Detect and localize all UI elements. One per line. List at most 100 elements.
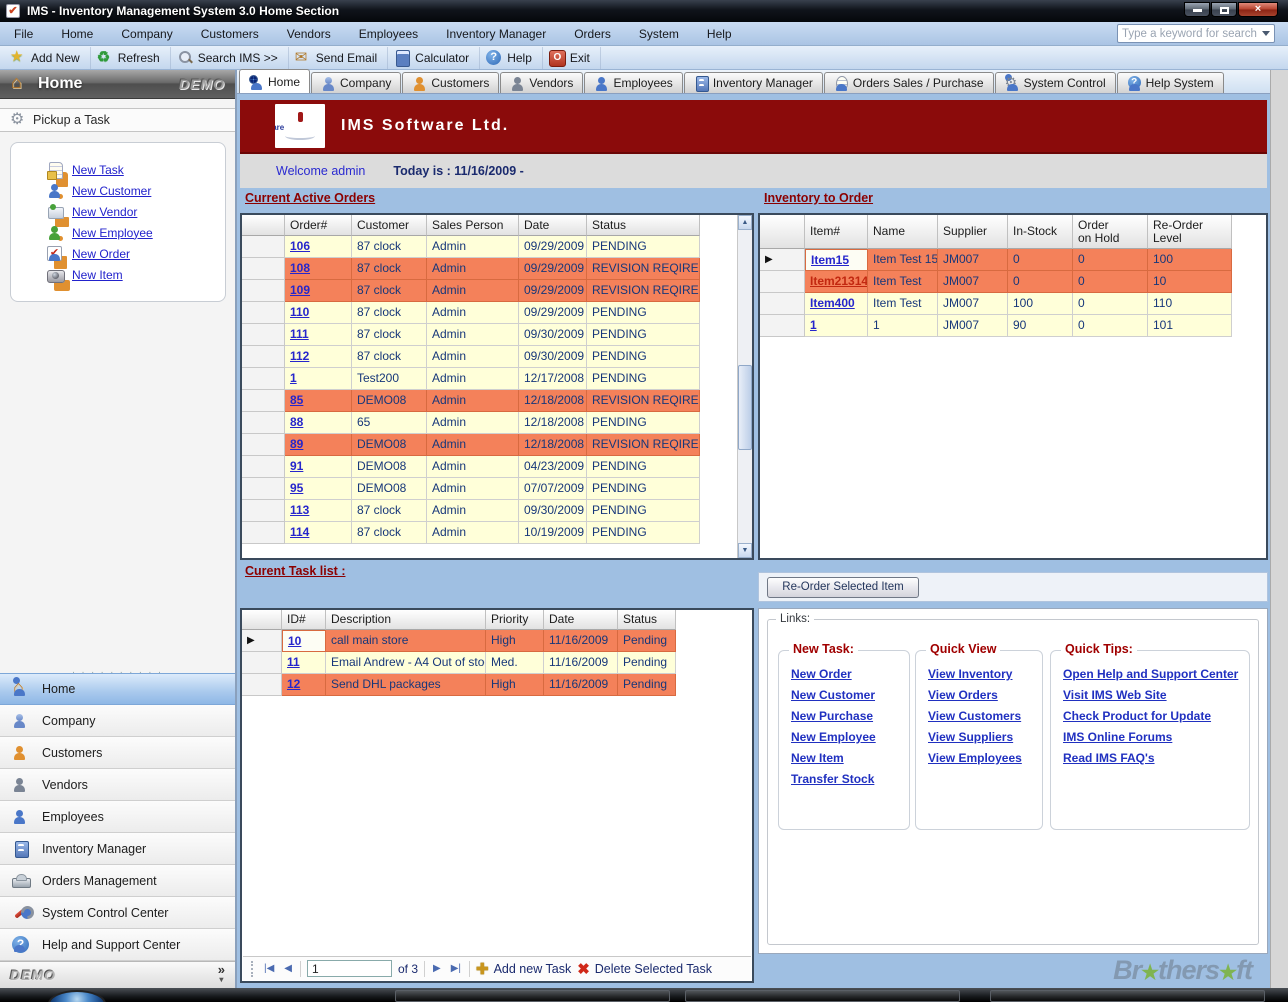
inventory-section-heading[interactable]: Inventory to Order — [764, 191, 873, 205]
order-number-link[interactable]: 114 — [290, 525, 309, 539]
pickup-task-link[interactable]: New Employee — [72, 226, 153, 240]
pickup-task-link[interactable]: New Customer — [72, 184, 151, 198]
quick-link[interactable]: Visit IMS Web Site — [1063, 688, 1249, 709]
menu-item[interactable]: Vendors — [273, 23, 345, 45]
quick-link[interactable]: New Purchase — [791, 709, 909, 730]
order-number-link[interactable]: 108 — [290, 261, 310, 275]
order-row[interactable]: ▶ 112 87 clock Admin 09/30/2009 PENDING — [242, 346, 700, 368]
col-header[interactable]: Date — [544, 610, 618, 630]
quick-link[interactable]: New Order — [791, 667, 909, 688]
order-number-link[interactable]: 111 — [290, 327, 309, 341]
sidebar-nav-item[interactable]: Help and Support Center — [0, 929, 235, 961]
order-row[interactable]: ▶ 85 DEMO08 Admin 12/18/2008 REVISION RE… — [242, 390, 700, 412]
quick-link[interactable]: Open Help and Support Center — [1063, 667, 1249, 688]
tasks-section-heading[interactable]: Curent Task list : — [245, 564, 345, 578]
col-header[interactable]: In-Stock — [1008, 215, 1073, 249]
orders-scrollbar[interactable]: ▲ ▼ — [737, 215, 752, 558]
toolbar-button[interactable]: Exit — [543, 47, 601, 69]
inventory-row[interactable]: ▶ Item15 Item Test 15 JM007 0 0 100 — [760, 249, 1232, 271]
last-page-button[interactable] — [449, 963, 463, 974]
menu-item[interactable]: System — [625, 23, 693, 45]
page-number-input[interactable] — [307, 960, 392, 977]
pickup-task-link[interactable]: New Order — [72, 247, 130, 261]
order-number-link[interactable]: 95 — [290, 481, 303, 495]
quick-link[interactable]: New Customer — [791, 688, 909, 709]
chevron-down-icon[interactable] — [1262, 31, 1270, 36]
toolbar-button[interactable]: Refresh — [91, 47, 171, 69]
close-button[interactable]: × — [1238, 2, 1278, 17]
order-row[interactable]: ▶ 111 87 clock Admin 09/30/2009 PENDING — [242, 324, 700, 346]
item-number-link[interactable]: Item400 — [810, 296, 855, 310]
item-number-link[interactable]: Item213141 — [810, 274, 868, 288]
order-number-link[interactable]: 89 — [290, 437, 303, 451]
order-row[interactable]: ▶ 95 DEMO08 Admin 07/07/2009 PENDING — [242, 478, 700, 500]
minimize-button[interactable] — [1184, 2, 1210, 17]
scroll-up-icon[interactable]: ▲ — [738, 215, 752, 230]
order-row[interactable]: ▶ 88 65 Admin 12/18/2008 PENDING — [242, 412, 700, 434]
quick-link[interactable]: New Item — [791, 751, 909, 772]
col-header[interactable]: Date — [519, 215, 587, 236]
previous-page-button[interactable] — [282, 963, 294, 974]
next-page-button[interactable] — [431, 963, 443, 974]
sidebar-nav-item[interactable]: Employees — [0, 801, 235, 833]
maximize-button[interactable] — [1211, 2, 1237, 17]
col-header[interactable]: Status — [587, 215, 700, 236]
start-orb-icon[interactable] — [48, 990, 106, 1002]
col-header[interactable]: Re-Order Level — [1148, 215, 1232, 249]
col-header[interactable]: Status — [618, 610, 676, 630]
sidebar-nav-item[interactable]: Vendors — [0, 769, 235, 801]
taskbar-button[interactable] — [990, 990, 1265, 1002]
taskbar-button[interactable] — [685, 990, 960, 1002]
col-header[interactable]: Priority — [486, 610, 544, 630]
scroll-down-icon[interactable]: ▼ — [738, 543, 752, 558]
col-header[interactable]: Description — [326, 610, 486, 630]
quick-link[interactable]: View Employees — [928, 751, 1042, 772]
quick-link[interactable]: View Orders — [928, 688, 1042, 709]
toolbar-button[interactable]: Calculator — [388, 47, 480, 69]
order-row[interactable]: ▶ 1 Test200 Admin 12/17/2008 PENDING — [242, 368, 700, 390]
menu-item[interactable]: Customers — [187, 23, 273, 45]
order-row[interactable]: ▶ 108 87 clock Admin 09/29/2009 REVISION… — [242, 258, 700, 280]
col-header[interactable]: Order on Hold — [1073, 215, 1148, 249]
order-number-link[interactable]: 110 — [290, 305, 309, 319]
menu-item[interactable]: Help — [693, 23, 746, 45]
quick-link[interactable]: Read IMS FAQ's — [1063, 751, 1249, 772]
order-number-link[interactable]: 109 — [290, 283, 310, 297]
tab[interactable]: Home — [239, 69, 310, 93]
col-header[interactable]: Name — [868, 215, 938, 249]
task-id-link[interactable]: 10 — [288, 634, 301, 648]
order-row[interactable]: ▶ 114 87 clock Admin 10/19/2009 PENDING — [242, 522, 700, 544]
order-row[interactable]: ▶ 113 87 clock Admin 09/30/2009 PENDING — [242, 500, 700, 522]
pickup-task-link[interactable]: New Item — [72, 268, 123, 282]
tab[interactable]: Help System — [1117, 72, 1224, 93]
order-row[interactable]: ▶ 91 DEMO08 Admin 04/23/2009 PENDING — [242, 456, 700, 478]
add-new-task-button[interactable]: ✚ Add new Task — [476, 960, 571, 978]
col-header[interactable]: Sales Person — [427, 215, 519, 236]
tab[interactable]: Orders Sales / Purchase — [824, 72, 994, 93]
order-number-link[interactable]: 106 — [290, 239, 310, 253]
reorder-selected-item-button[interactable]: Re-Order Selected Item — [767, 577, 919, 598]
order-number-link[interactable]: 91 — [290, 459, 303, 473]
orders-section-heading[interactable]: Current Active Orders — [245, 191, 375, 205]
order-number-link[interactable]: 112 — [290, 349, 309, 363]
tab[interactable]: Employees — [584, 72, 682, 93]
tab[interactable]: Customers — [402, 72, 499, 93]
toolbar-button[interactable]: Help — [480, 47, 543, 69]
task-row[interactable]: ▶ 10 call main store High 11/16/2009 Pen… — [242, 630, 676, 652]
inventory-row[interactable]: ▶ Item213141 Item Test JM007 0 0 10 — [760, 271, 1232, 293]
item-number-link[interactable]: Item15 — [811, 253, 849, 267]
order-row[interactable]: ▶ 106 87 clock Admin 09/29/2009 PENDING — [242, 236, 700, 258]
order-number-link[interactable]: 113 — [290, 503, 309, 517]
menu-item[interactable]: Employees — [345, 23, 432, 45]
col-header[interactable]: Item# — [805, 215, 868, 249]
menu-item[interactable]: Orders — [560, 23, 625, 45]
sidebar-nav-item[interactable]: Company — [0, 705, 235, 737]
order-number-link[interactable]: 88 — [290, 415, 303, 429]
sidebar-nav-item[interactable]: Home — [0, 673, 235, 705]
quick-link[interactable]: View Customers — [928, 709, 1042, 730]
toolbar-button[interactable]: Search IMS >> — [171, 47, 289, 69]
order-row[interactable]: ▶ 89 DEMO08 Admin 12/18/2008 REVISION RE… — [242, 434, 700, 456]
pickup-task-link[interactable]: New Task — [72, 163, 124, 177]
col-header[interactable]: Supplier — [938, 215, 1008, 249]
col-header[interactable]: ID# — [282, 610, 326, 630]
